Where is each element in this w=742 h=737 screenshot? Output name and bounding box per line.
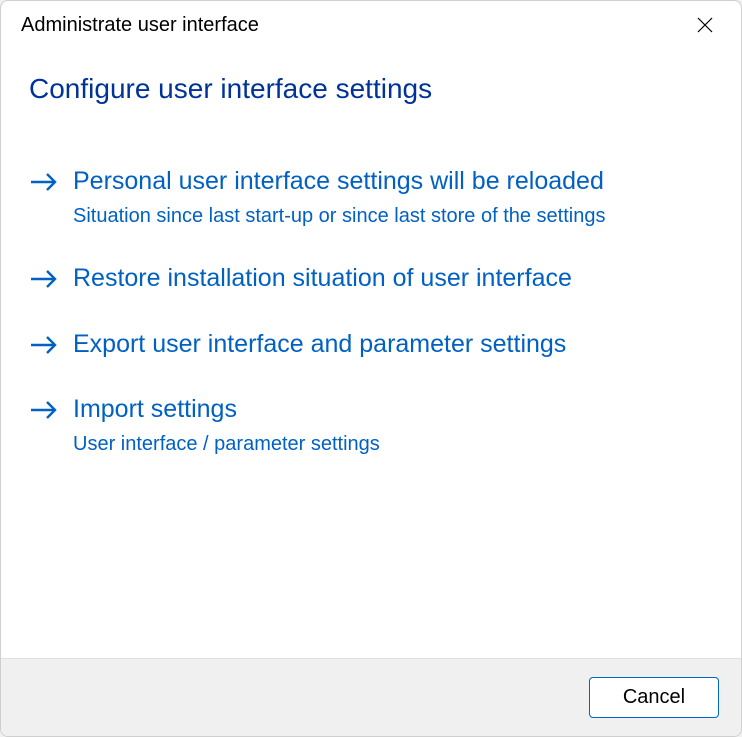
arrow-right-icon — [29, 165, 61, 198]
option-title: Personal user interface settings will be… — [73, 165, 713, 199]
cancel-button[interactable]: Cancel — [589, 677, 719, 718]
option-export-settings[interactable]: Export user interface and parameter sett… — [29, 328, 713, 362]
option-desc: Situation since last start-up or since l… — [73, 203, 713, 230]
dialog-footer: Cancel — [1, 658, 741, 736]
page-heading: Configure user interface settings — [29, 73, 713, 105]
content-area: Configure user interface settings Person… — [1, 45, 741, 658]
close-icon — [697, 17, 713, 33]
window-title: Administrate user interface — [21, 14, 259, 37]
option-text: Export user interface and parameter sett… — [73, 328, 713, 362]
option-title: Import settings — [73, 393, 713, 427]
option-title: Restore installation situation of user i… — [73, 262, 713, 296]
option-text: Restore installation situation of user i… — [73, 262, 713, 296]
option-title: Export user interface and parameter sett… — [73, 328, 713, 362]
option-desc: User interface / parameter settings — [73, 431, 713, 458]
titlebar: Administrate user interface — [1, 1, 741, 45]
option-restore-installation[interactable]: Restore installation situation of user i… — [29, 262, 713, 296]
close-button[interactable] — [685, 9, 725, 41]
option-import-settings[interactable]: Import settings User interface / paramet… — [29, 393, 713, 458]
arrow-right-icon — [29, 262, 61, 295]
option-text: Personal user interface settings will be… — [73, 165, 713, 230]
option-reload-settings[interactable]: Personal user interface settings will be… — [29, 165, 713, 230]
option-text: Import settings User interface / paramet… — [73, 393, 713, 458]
arrow-right-icon — [29, 393, 61, 426]
arrow-right-icon — [29, 328, 61, 361]
dialog-window: Administrate user interface Configure us… — [0, 0, 742, 737]
